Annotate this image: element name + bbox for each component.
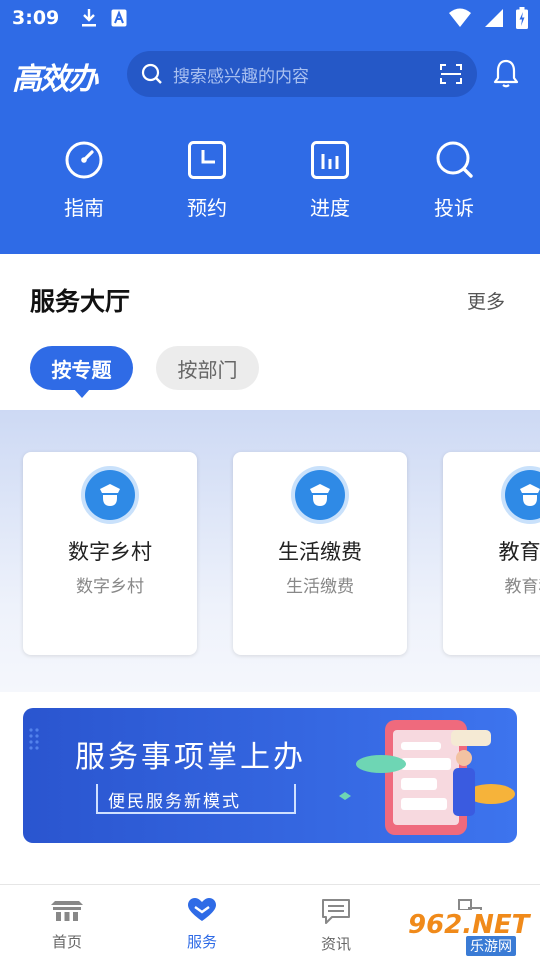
search-input[interactable]: 搜索感兴趣的内容 — [173, 62, 439, 87]
bar-chart-icon — [311, 141, 349, 179]
service-card[interactable]: 数字乡村 数字乡村 — [23, 452, 197, 655]
quick-action-complaint[interactable]: 投诉 — [409, 140, 499, 221]
clock-icon — [188, 141, 226, 179]
officer-icon — [505, 470, 540, 520]
promo-banner[interactable]: 服务事项掌上办 便民服务新模式 — [23, 708, 517, 843]
top-bar: 高效办 搜索感兴趣的内容 — [0, 50, 540, 98]
search-icon — [141, 63, 162, 84]
signal-icon — [485, 9, 503, 27]
battery-icon — [516, 7, 528, 29]
wifi-icon — [449, 8, 471, 27]
tab-by-topic[interactable]: 按专题 — [30, 346, 133, 398]
message-icon — [322, 899, 350, 924]
service-cards: 数字乡村 数字乡村 生活缴费 生活缴费 教育科 教育科 — [0, 410, 540, 692]
search-bar[interactable]: 搜索感兴趣的内容 — [127, 51, 477, 97]
quick-action-guide[interactable]: 指南 — [39, 140, 129, 221]
service-card[interactable]: 生活缴费 生活缴费 — [233, 452, 407, 655]
watermark-logo: 962.NET 乐游网 — [402, 910, 538, 956]
scan-icon[interactable] — [439, 63, 463, 85]
tab-by-department[interactable]: 按部门 — [156, 346, 259, 390]
app-logo: 高效办 — [12, 62, 98, 97]
heart-icon — [188, 898, 216, 921]
quick-action-progress[interactable]: 进度 — [285, 140, 375, 221]
officer-icon — [85, 470, 135, 520]
section-title: 服务大厅 — [30, 287, 131, 316]
more-link[interactable]: 更多 — [467, 287, 505, 314]
gauge-icon — [65, 141, 103, 179]
banner-subtitle: 便民服务新模式 — [108, 792, 241, 812]
tab-home[interactable]: 首页 — [27, 897, 107, 952]
bell-icon[interactable] — [492, 58, 520, 88]
service-card[interactable]: 教育科 教育科 — [443, 452, 540, 655]
tab-news[interactable]: 资讯 — [296, 897, 376, 954]
status-bar: 3:09 — [0, 0, 540, 36]
banner-title: 服务事项掌上办 — [75, 740, 306, 775]
tab-services[interactable]: 服务 — [162, 897, 242, 952]
quick-actions: 指南 预约 进度 投诉 — [0, 140, 540, 230]
app-header: 3:09 高效办 搜索感兴趣的内容 指南 预约 进度 投诉 — [0, 0, 540, 254]
download-icon — [82, 9, 97, 27]
home-icon — [51, 901, 83, 921]
officer-icon — [295, 470, 345, 520]
service-hall-section: 服务大厅 更多 按专题 按部门 — [0, 254, 540, 410]
search-icon — [436, 141, 473, 178]
status-time: 3:09 — [12, 7, 60, 29]
font-icon — [111, 9, 127, 27]
quick-action-appointment[interactable]: 预约 — [162, 140, 252, 221]
